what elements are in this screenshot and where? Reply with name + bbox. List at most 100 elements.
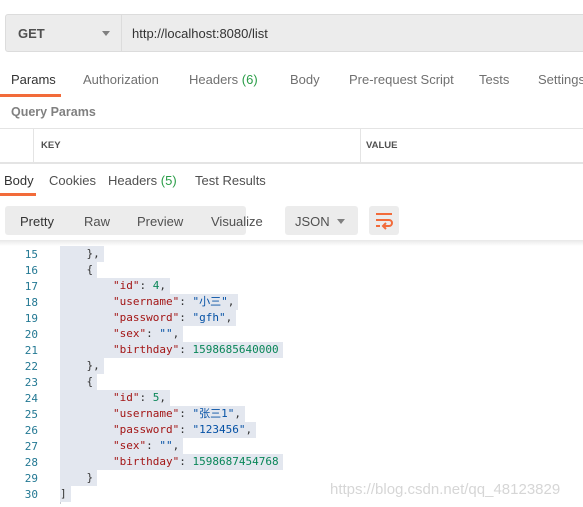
response-tab-test-results[interactable]: Test Results (195, 173, 266, 188)
tab-body[interactable]: Body (290, 72, 320, 87)
line-number: 22 (24, 360, 38, 373)
code-token: "birthday" (60, 455, 180, 468)
code-token: "password" (60, 423, 180, 436)
line-number: 16 (24, 264, 38, 277)
response-tab-cookies[interactable]: Cookies (49, 173, 96, 188)
code-token: "gfh" (192, 311, 226, 324)
method-select[interactable]: GET (6, 15, 122, 51)
line-number: 25 (24, 408, 38, 421)
code-line: "birthday": 1598685640000 (60, 342, 283, 358)
code-token: "sex" (60, 439, 147, 452)
code-token: , (172, 439, 180, 452)
code-token: { (60, 375, 94, 388)
headers-count: (6) (241, 72, 258, 87)
code-token: { (60, 263, 94, 276)
response-divider (0, 163, 583, 164)
code-line: "password": "123456", (60, 422, 257, 438)
line-number: 21 (24, 344, 38, 357)
code-token: : (139, 279, 153, 292)
language-select-label: JSON (295, 214, 330, 229)
visualize-button[interactable]: Visualize (211, 214, 263, 229)
tab-authorization[interactable]: Authorization (83, 72, 159, 87)
tab-params[interactable]: Params (11, 72, 56, 87)
code-token: "birthday" (60, 343, 180, 356)
code-line: "username": "小三", (60, 294, 239, 310)
tab-settings[interactable]: Settings (538, 72, 583, 87)
line-number: 15 (24, 248, 38, 261)
code-token: : (139, 391, 153, 404)
code-line: { (60, 262, 98, 278)
method-label: GET (18, 26, 45, 41)
response-tab-body[interactable]: Body (4, 173, 34, 188)
query-params-title: Query Params (11, 105, 96, 119)
line-number: 27 (24, 440, 38, 453)
code-token: : (146, 439, 160, 452)
response-headers-label: Headers (108, 173, 158, 188)
preview-button[interactable]: Preview (137, 214, 183, 229)
tab-tests[interactable]: Tests (479, 72, 509, 87)
active-tab-indicator (0, 94, 61, 97)
response-tab-headers[interactable]: Headers (5) (108, 173, 177, 188)
key-column-header: KEY (41, 140, 61, 151)
line-number: 17 (24, 280, 38, 293)
code-token: , (227, 295, 235, 308)
line-number: 23 (24, 376, 38, 389)
url-bar: GET http://localhost:8080/list (5, 14, 583, 52)
code-line: "id": 4, (60, 278, 170, 294)
code-line: "birthday": 1598687454768 (60, 454, 283, 470)
code-token: : (146, 327, 160, 340)
code-token: : (179, 455, 193, 468)
code-token: "小三" (192, 295, 228, 308)
code-line: "id": 5, (60, 390, 170, 406)
code-line: }, (60, 246, 104, 262)
code-token: "username" (60, 407, 180, 420)
code-token: , (245, 423, 253, 436)
code-token: "id" (60, 279, 140, 292)
query-params-table: KEY VALUE (0, 128, 583, 163)
watermark: https://blog.csdn.net/qq_48123829 (330, 481, 561, 498)
tab-pre-request-script[interactable]: Pre-request Script (349, 72, 454, 87)
column-divider (360, 129, 361, 162)
line-number: 28 (24, 456, 38, 469)
code-token: 1598685640000 (192, 343, 279, 356)
code-line: }, (60, 358, 104, 374)
language-select[interactable]: JSON (285, 206, 358, 235)
line-number: 29 (24, 472, 38, 485)
line-number: 18 (24, 296, 38, 309)
code-token: "id" (60, 391, 140, 404)
code-token: : (179, 423, 193, 436)
code-token: }, (60, 247, 100, 260)
code-line: ] (60, 486, 71, 502)
code-line: "sex": "", (60, 326, 184, 342)
wrap-lines-icon (376, 213, 393, 230)
tab-headers[interactable]: Headers (6) (189, 72, 258, 87)
pretty-button[interactable]: Pretty (20, 214, 54, 229)
code-token: "password" (60, 311, 180, 324)
chevron-down-icon (102, 31, 110, 36)
code-token: "" (159, 439, 173, 452)
response-headers-count: (5) (160, 173, 177, 188)
code-token: "张三1" (192, 407, 235, 420)
line-number: 19 (24, 312, 38, 325)
code-token: : (179, 311, 193, 324)
code-token: , (159, 391, 166, 404)
raw-button[interactable]: Raw (84, 214, 110, 229)
code-token: , (234, 407, 241, 420)
code-token: "" (159, 327, 173, 340)
line-number: 24 (24, 392, 38, 405)
line-number: 26 (24, 424, 38, 437)
column-divider (33, 129, 34, 162)
tab-headers-label: Headers (189, 72, 239, 87)
format-toggle: Pretty Raw Preview Visualize (5, 206, 263, 235)
chevron-down-icon (337, 219, 345, 224)
code-token: "username" (60, 295, 180, 308)
code-token: 1598687454768 (192, 455, 279, 468)
code-token: } (60, 471, 94, 484)
wrap-lines-button[interactable] (369, 206, 399, 235)
line-number: 30 (24, 488, 38, 501)
code-token: , (225, 311, 233, 324)
code-token: ] (60, 487, 67, 500)
code-token: , (159, 279, 166, 292)
url-input[interactable]: http://localhost:8080/list (132, 26, 268, 41)
code-token: , (172, 327, 180, 340)
